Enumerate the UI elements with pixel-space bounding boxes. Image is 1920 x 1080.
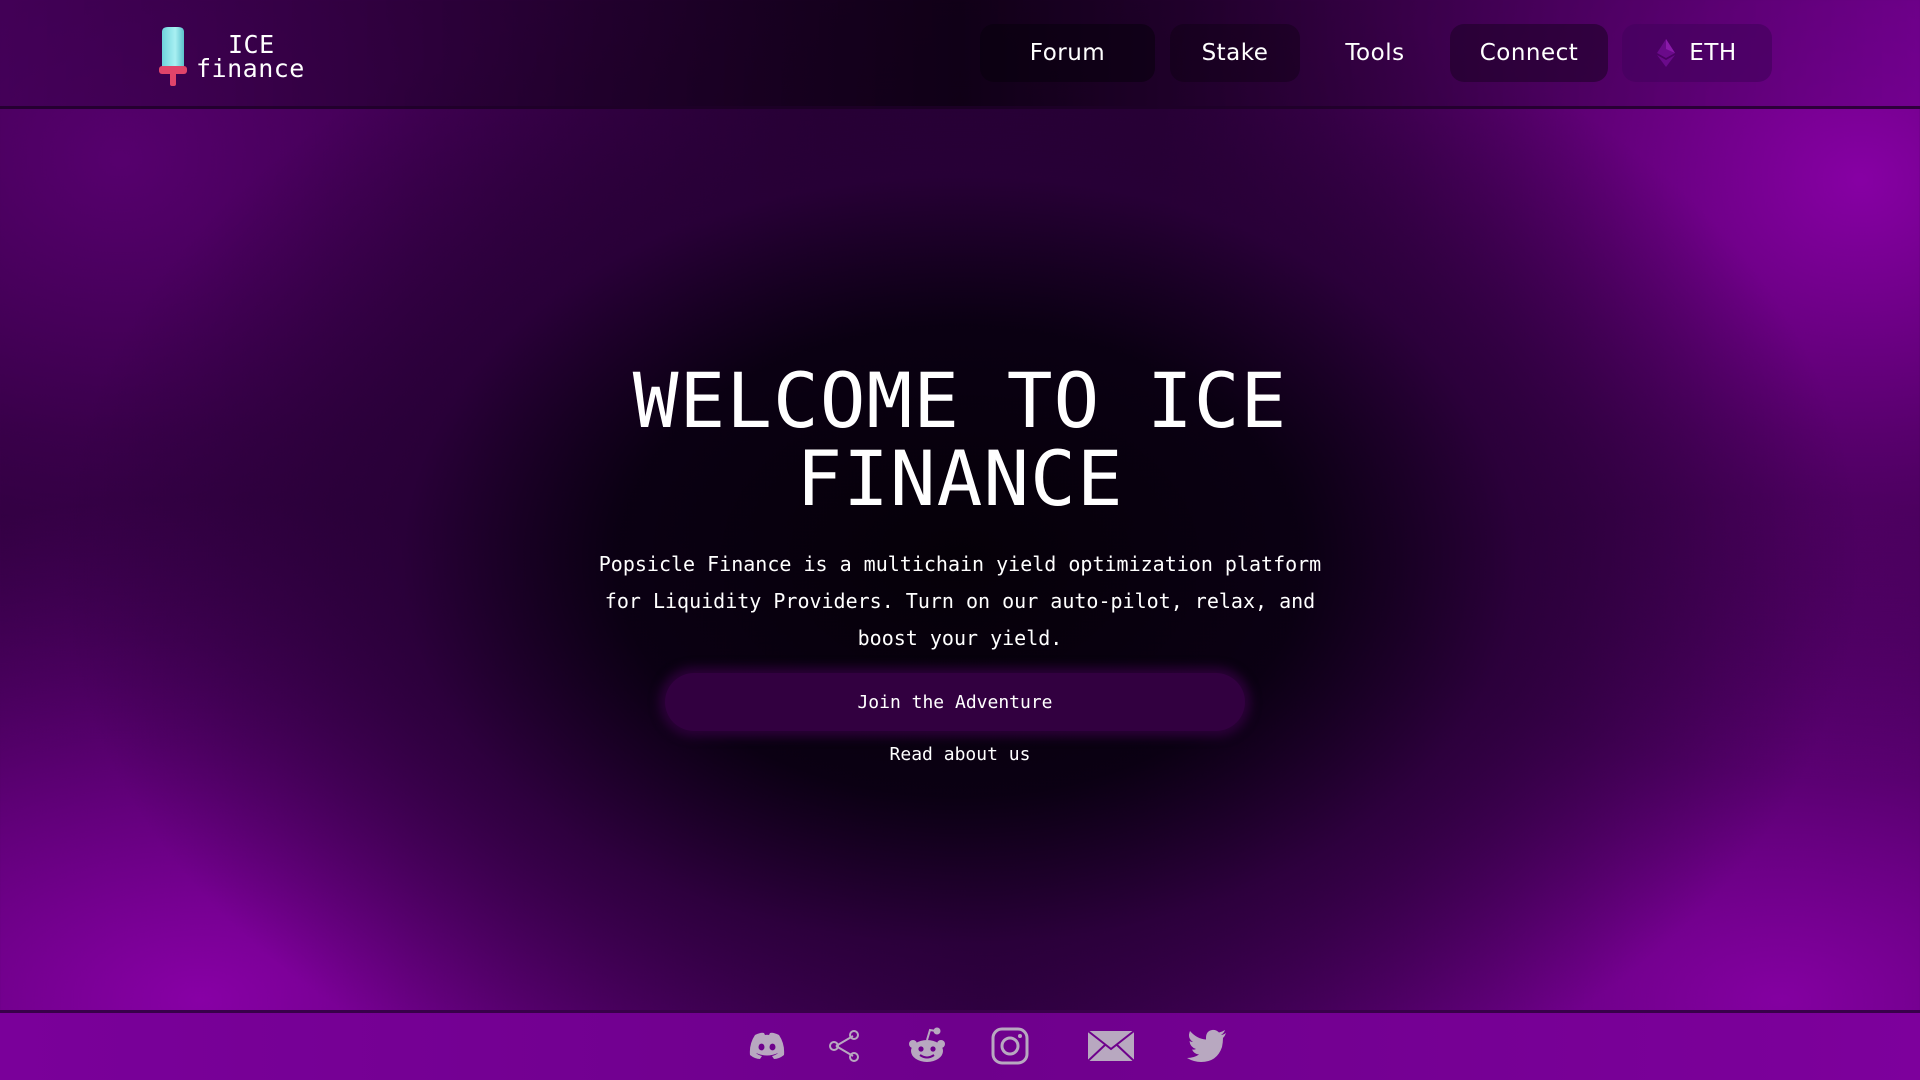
ethereum-icon [1657,39,1676,67]
discord-icon [749,1032,785,1059]
reddit-icon [909,1027,945,1062]
twitter-link[interactable] [1186,1026,1228,1066]
share-link[interactable] [825,1026,863,1066]
network-selector-button[interactable]: ETH [1622,24,1772,82]
join-the-adventure-button[interactable]: Join the Adventure [665,673,1245,731]
nav-forum[interactable]: Forum [980,24,1155,82]
email-link[interactable] [1086,1026,1136,1066]
logo-line-finance: finance [196,54,305,83]
nav-tools[interactable]: Tools [1310,24,1440,82]
instagram-icon [991,1027,1029,1065]
nav-stake[interactable]: Stake [1170,24,1300,82]
top-navigation-bar: ICE finance Forum Stake Tools Connect ET… [0,0,1920,109]
instagram-link[interactable] [990,1026,1030,1066]
footer-bar [0,1010,1920,1080]
popsicle-logo-icon [159,27,187,86]
hero-description: Popsicle Finance is a multichain yield o… [598,552,1322,650]
twitter-icon [1187,1029,1226,1062]
read-about-us-link[interactable]: Read about us [810,744,1110,765]
logo-text: ICE finance [196,32,305,83]
discord-link[interactable] [746,1026,788,1066]
share-icon [829,1030,859,1062]
connect-wallet-button[interactable]: Connect [1450,24,1608,82]
mail-icon [1087,1030,1135,1062]
ice-finance-logo[interactable]: ICE finance [156,26,305,88]
hero-title: WELCOME TO ICE FINANCE [632,356,1288,523]
reddit-link[interactable] [905,1026,949,1066]
network-label: ETH [1689,40,1737,66]
